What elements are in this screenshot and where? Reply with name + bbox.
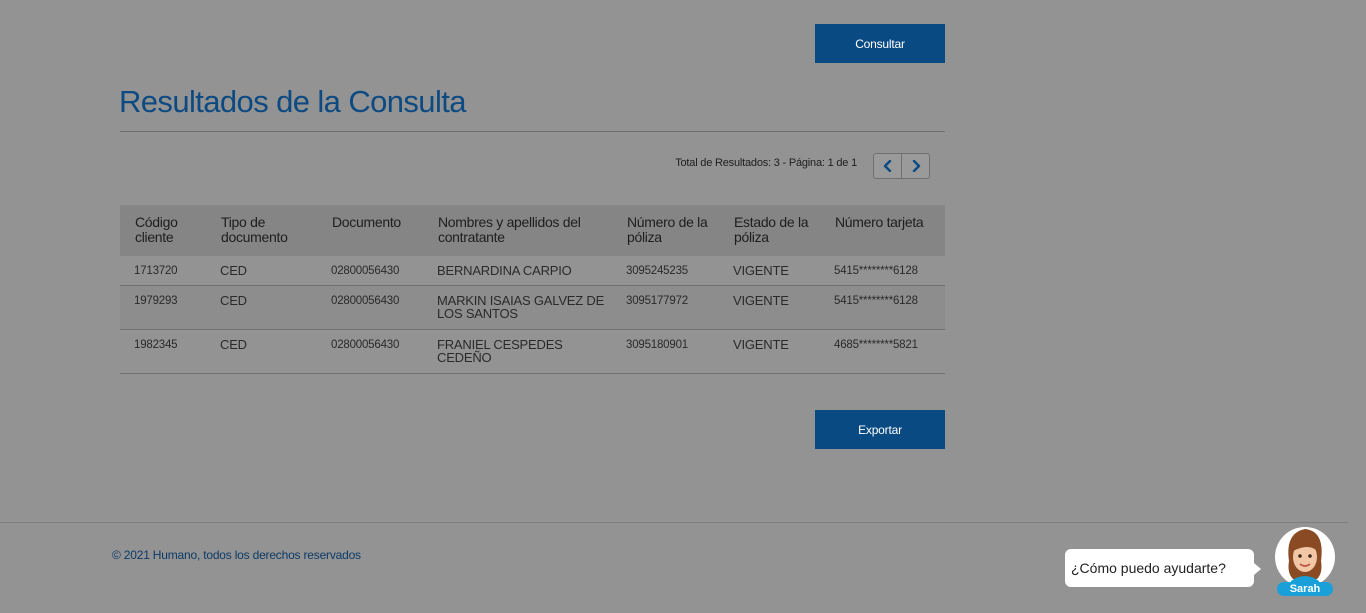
cell-estado-poliza: VIGENTE [719,256,820,286]
cell-documento: 02800056430 [317,329,423,374]
table-row[interactable]: 1982345 CED 02800056430 FRANIEL CESPEDES… [120,329,945,374]
cell-codigo-cliente: 1979293 [120,285,206,330]
table-header-row: Código cliente Tipo de documento Documen… [120,205,945,256]
footer-divider [0,522,1348,523]
column-header-numero-poliza[interactable]: Número de la póliza [612,205,719,256]
title-divider [120,131,945,132]
cell-estado-poliza: VIGENTE [719,329,820,374]
cell-numero-poliza: 3095180901 [612,329,719,374]
cell-tipo-documento: CED [206,256,317,286]
cell-nombres: FRANIEL CESPEDES CEDEÑO [423,329,612,374]
chat-assistant-avatar[interactable]: Sarah [1271,521,1337,597]
table-row[interactable]: 1713720 CED 02800056430 BERNARDINA CARPI… [120,256,945,286]
cell-numero-tarjeta: 5415********6128 [820,256,945,286]
cell-estado-poliza: VIGENTE [719,285,820,330]
cell-codigo-cliente: 1982345 [120,329,206,374]
column-header-numero-tarjeta[interactable]: Número tarjeta [820,205,945,256]
chevron-right-icon [912,160,920,172]
previous-page-button[interactable] [873,153,902,179]
results-table: Código cliente Tipo de documento Documen… [120,205,945,374]
exportar-button[interactable]: Exportar [815,410,945,449]
next-page-button[interactable] [901,153,930,179]
cell-nombres: BERNARDINA CARPIO [423,256,612,286]
column-header-documento[interactable]: Documento [317,205,423,256]
column-header-nombres[interactable]: Nombres y apellidos del contratante [423,205,612,256]
pagination-summary: Total de Resultados: 3 - Página: 1 de 1 [675,157,857,169]
table-row[interactable]: 1979293 CED 02800056430 MARKIN ISAIAS GA… [120,285,945,330]
consultar-button[interactable]: Consultar [815,24,945,63]
column-header-estado-poliza[interactable]: Estado de la póliza [719,205,820,256]
chat-prompt-bubble[interactable]: ¿Cómo puedo ayudarte? [1065,549,1261,587]
cell-nombres: MARKIN ISAIAS GALVEZ DE LOS SANTOS [423,285,612,330]
cell-documento: 02800056430 [317,285,423,330]
cell-tipo-documento: CED [206,285,317,330]
assistant-avatar-icon [1275,527,1335,587]
column-header-codigo-cliente[interactable]: Código cliente [120,205,206,256]
cell-documento: 02800056430 [317,256,423,286]
cell-numero-poliza: 3095245235 [612,256,719,286]
footer-copyright: © 2021 Humano, todos los derechos reserv… [112,548,361,562]
cell-numero-tarjeta: 4685********5821 [820,329,945,374]
chevron-left-icon [883,160,891,172]
page: Consultar Resultados de la Consulta Tota… [0,0,1366,613]
assistant-name-badge: Sarah [1277,582,1333,596]
cell-tipo-documento: CED [206,329,317,374]
cell-numero-tarjeta: 5415********6128 [820,285,945,330]
page-title: Resultados de la Consulta [119,84,466,119]
cell-numero-poliza: 3095177972 [612,285,719,330]
cell-codigo-cliente: 1713720 [120,256,206,286]
column-header-tipo-documento[interactable]: Tipo de documento [206,205,317,256]
